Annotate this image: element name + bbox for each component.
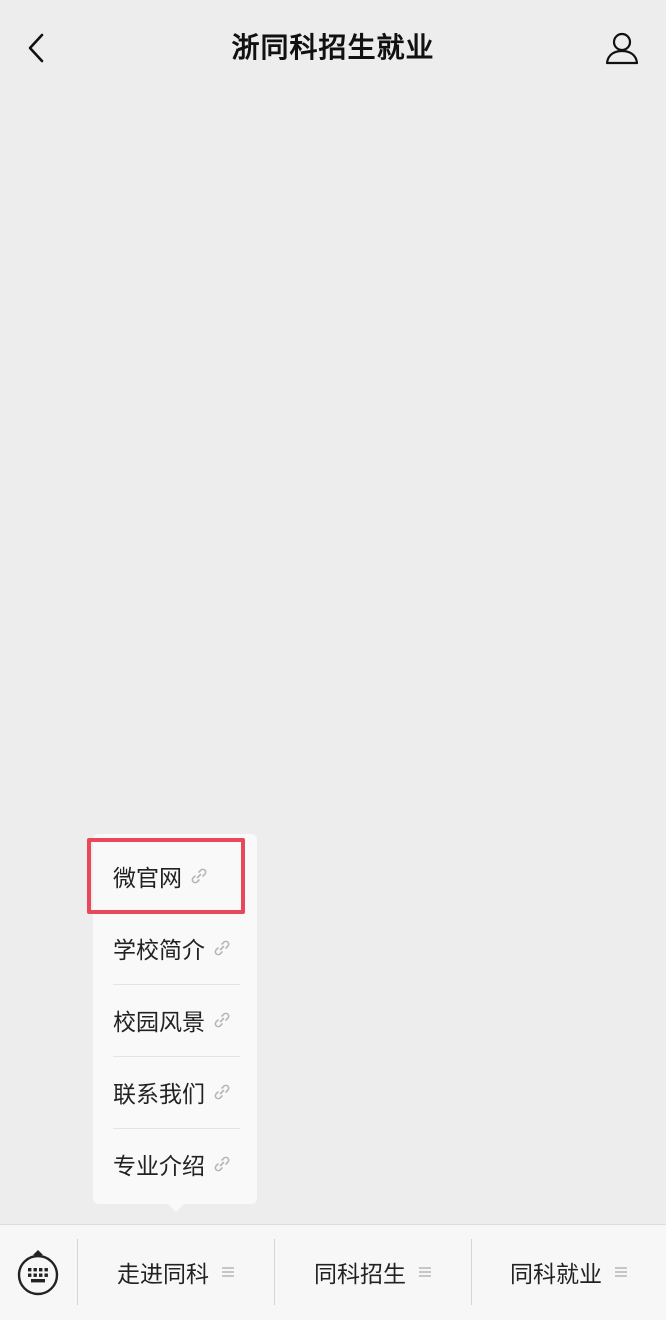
submenu-item-label: 专业介绍: [113, 1154, 205, 1180]
hamburger-icon: [221, 1266, 235, 1278]
hamburger-icon: [418, 1266, 432, 1278]
top-nav-bar: 浙同科招生就业: [0, 0, 666, 96]
highlight-box: [87, 838, 245, 914]
submenu-item-label: 校园风景: [113, 1010, 205, 1036]
bottom-menu-label: 走进同科: [117, 1262, 209, 1288]
submenu-item-label: 学校简介: [113, 938, 205, 964]
hamburger-icon: [614, 1266, 628, 1278]
page-title: 浙同科招生就业: [231, 31, 435, 64]
bottom-menu-bar: 走进同科 同科招生 同科就业: [0, 1224, 666, 1320]
bottom-menu-label: 同科招生: [314, 1262, 406, 1288]
keyboard-icon: [17, 1250, 59, 1296]
submenu-item-campus-scenery[interactable]: 校园风景: [113, 984, 240, 1056]
link-icon: [213, 939, 231, 957]
link-icon: [213, 1155, 231, 1173]
submenu-caret: [167, 1203, 185, 1212]
link-icon: [213, 1083, 231, 1101]
bottom-menu-label: 同科就业: [510, 1262, 602, 1288]
keyboard-toggle-button[interactable]: [15, 1241, 61, 1301]
link-icon: [213, 1011, 231, 1029]
profile-button[interactable]: [602, 28, 642, 68]
submenu-item-label: 联系我们: [113, 1082, 205, 1108]
bottom-menu-zoujin-tongke[interactable]: 走进同科: [78, 1225, 274, 1319]
person-icon: [605, 32, 639, 65]
submenu-item-school-intro[interactable]: 学校简介: [113, 912, 240, 984]
bottom-menu-tongke-jiuye[interactable]: 同科就业: [472, 1225, 666, 1319]
submenu-item-major-intro[interactable]: 专业介绍: [113, 1128, 240, 1200]
bottom-menu-tongke-zhaosheng[interactable]: 同科招生: [275, 1225, 471, 1319]
submenu-item-contact-us[interactable]: 联系我们: [113, 1056, 240, 1128]
